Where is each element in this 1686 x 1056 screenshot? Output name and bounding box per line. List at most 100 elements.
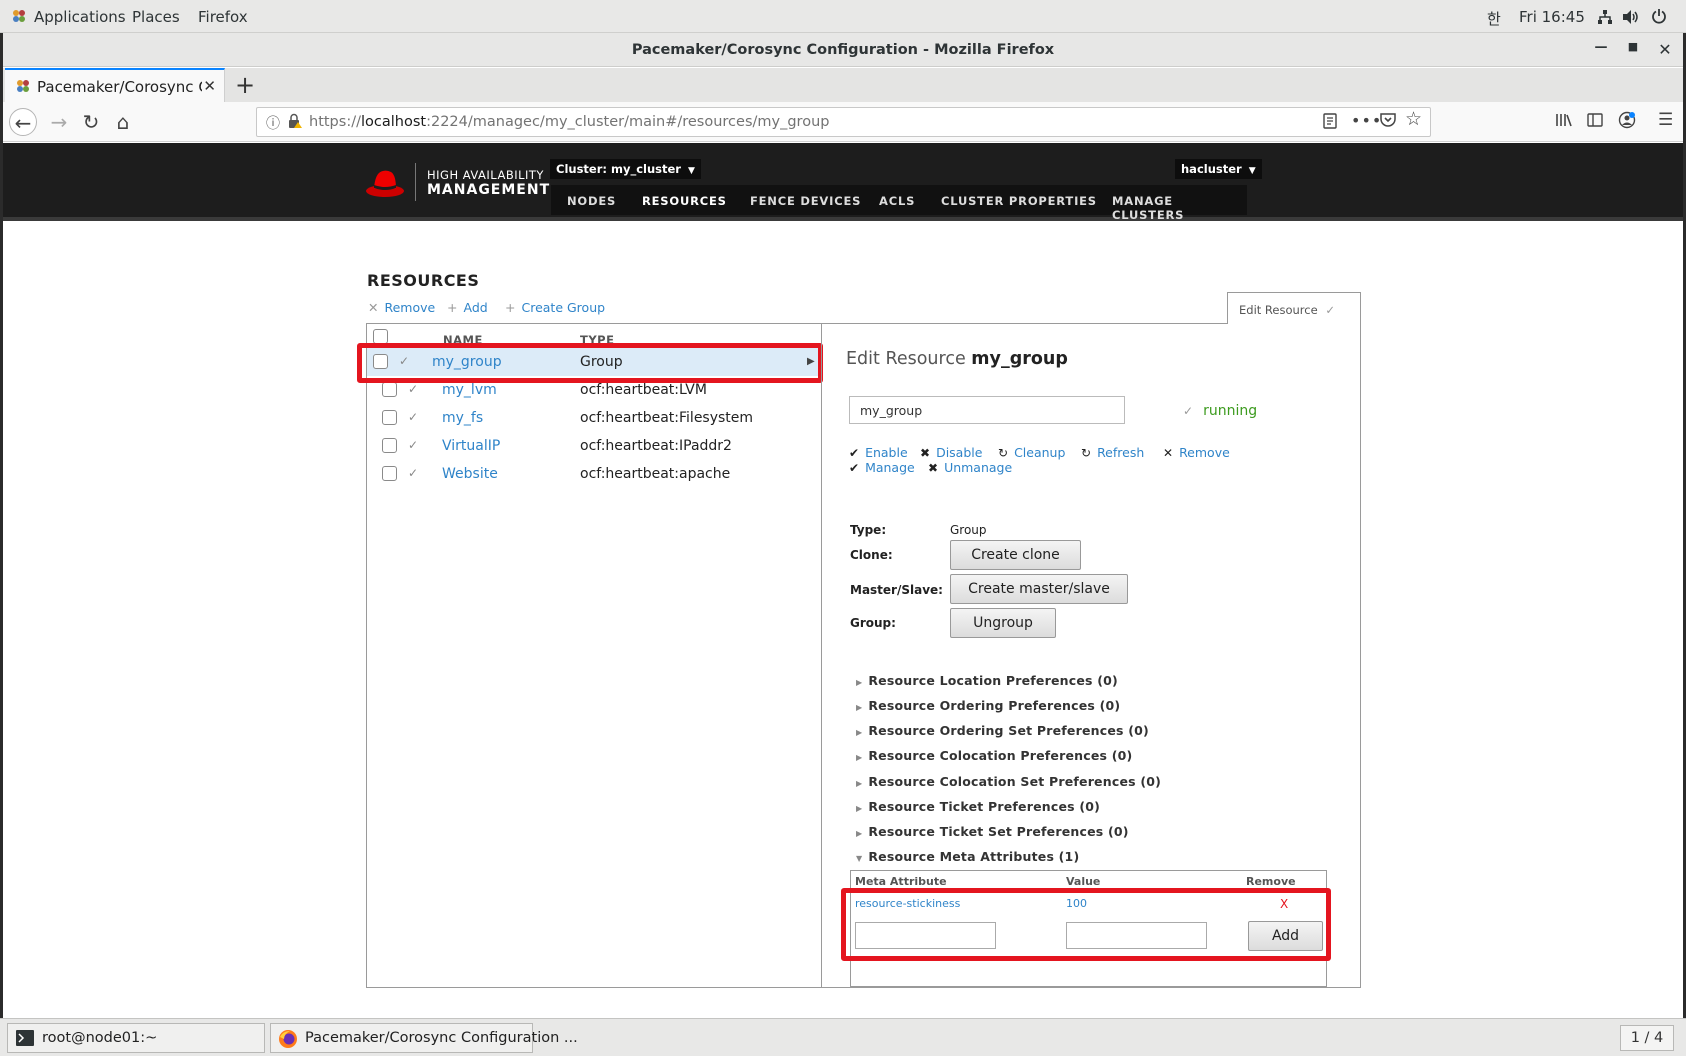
places-menu[interactable]: Places: [132, 8, 180, 26]
resource-name-link[interactable]: my_lvm: [442, 382, 497, 398]
url-bar[interactable]: ⓘ https://localhost:2224/managec/my_clus…: [256, 107, 1431, 137]
resource-row[interactable]: ✓ Website ocf:heartbeat:apache: [367, 460, 820, 488]
unmanage-link[interactable]: ✖ Unmanage: [928, 460, 1012, 475]
account-icon[interactable]: [1618, 111, 1636, 133]
insecure-lock-icon[interactable]: [287, 113, 303, 133]
terminal-icon: [16, 1030, 34, 1050]
taskbar-firefox[interactable]: Pacemaker/Corosync Configuration ...: [270, 1023, 578, 1053]
nav-nodes[interactable]: NODES: [567, 194, 616, 208]
nav-fence-devices[interactable]: FENCE DEVICES: [750, 194, 861, 208]
resource-name-link[interactable]: VirtualIP: [442, 438, 500, 454]
add-resource-link[interactable]: + Add: [447, 300, 488, 315]
row-checkbox[interactable]: [382, 410, 397, 425]
clock[interactable]: Fri 16:45: [1519, 8, 1585, 26]
ungroup-button[interactable]: Ungroup: [950, 608, 1056, 638]
edit-resource-tab[interactable]: Edit Resource ✓: [1227, 292, 1361, 324]
app-header: HIGH AVAILABILITY MANAGEMENT Cluster: my…: [3, 143, 1683, 222]
resource-name-link[interactable]: Website: [442, 466, 498, 482]
meta-attributes-toggle[interactable]: ▼ Resource Meta Attributes (1): [856, 849, 1079, 864]
pref-ordering-set-toggle[interactable]: ▶ Resource Ordering Set Preferences (0): [856, 723, 1149, 738]
window-titlebar[interactable]: Pacemaker/Corosync Configuration - Mozil…: [3, 33, 1683, 67]
pocket-icon[interactable]: [1380, 113, 1396, 132]
workspace-indicator[interactable]: 1 / 4: [1620, 1025, 1674, 1051]
maximize-icon[interactable]: ■: [1623, 40, 1643, 60]
expand-arrow-icon: ▶: [856, 804, 863, 813]
firefox-icon: [278, 1029, 298, 1053]
resource-name-field[interactable]: my_group: [849, 396, 1125, 424]
logo-text-line2: MANAGEMENT: [427, 182, 551, 198]
close-tab-icon[interactable]: ✕: [203, 77, 216, 95]
pref-ticket-toggle[interactable]: ▶ Resource Ticket Preferences (0): [856, 799, 1100, 814]
tab-bar: Pacemaker/Corosync Con ✕ +: [3, 68, 1683, 102]
resource-row[interactable]: ✓ VirtualIP ocf:heartbeat:IPaddr2: [367, 432, 820, 460]
create-clone-button[interactable]: Create clone: [950, 540, 1081, 570]
disable-link[interactable]: ✖ Disable: [920, 445, 982, 460]
hamburger-menu-icon[interactable]: ☰: [1658, 110, 1673, 130]
new-tab-button[interactable]: +: [235, 71, 255, 99]
cluster-dropdown-label: Cluster: my_cluster: [556, 162, 681, 176]
logo-text-line1: HIGH AVAILABILITY: [427, 168, 544, 182]
status-check-icon: ✓: [408, 438, 419, 452]
firefox-menu[interactable]: Firefox: [198, 8, 248, 26]
resources-heading: RESOURCES: [367, 271, 480, 290]
circle-x-icon: ✖: [920, 446, 931, 460]
nav-acls[interactable]: ACLS: [879, 194, 915, 208]
nav-cluster-properties[interactable]: CLUSTER PROPERTIES: [941, 194, 1097, 208]
create-master-slave-button[interactable]: Create master/slave: [950, 574, 1128, 604]
resource-name-link[interactable]: my_fs: [442, 410, 483, 426]
row-checkbox[interactable]: [382, 466, 397, 481]
edit-resource-title: Edit Resource my_group: [846, 349, 1068, 369]
remove-resource-link[interactable]: ✕ Remove: [368, 300, 435, 315]
create-group-link[interactable]: + Create Group: [505, 300, 605, 315]
bookmark-star-icon[interactable]: ☆: [1405, 108, 1422, 130]
resource-row[interactable]: ✓ my_fs ocf:heartbeat:Filesystem: [367, 404, 820, 432]
applications-menu[interactable]: Applications: [34, 8, 126, 26]
navigation-toolbar: ← → ↻ ⌂ ⓘ https://localhost:2224/managec…: [3, 102, 1683, 142]
pref-location-toggle[interactable]: ▶ Resource Location Preferences (0): [856, 673, 1118, 688]
refresh-link[interactable]: ↻ Refresh: [1081, 445, 1144, 460]
page-actions-icon[interactable]: •••: [1351, 111, 1382, 130]
x-icon: ✕: [368, 300, 379, 315]
window-title: Pacemaker/Corosync Configuration - Mozil…: [631, 42, 1055, 58]
status-check-icon: ✓: [408, 466, 419, 480]
pref-ticket-set-toggle[interactable]: ▶ Resource Ticket Set Preferences (0): [856, 824, 1129, 839]
row-checkbox[interactable]: [382, 382, 397, 397]
pcs-favicon-icon: [15, 78, 31, 94]
select-all-checkbox[interactable]: [373, 329, 388, 344]
applications-icon: [12, 9, 26, 27]
pref-ordering-toggle[interactable]: ▶ Resource Ordering Preferences (0): [856, 698, 1120, 713]
reload-icon[interactable]: ↻: [77, 108, 105, 136]
taskbar-terminal[interactable]: root@node01:~: [7, 1023, 265, 1053]
forward-button[interactable]: →: [45, 108, 73, 136]
sidebar-icon[interactable]: [1587, 112, 1603, 132]
check-icon: ✔: [849, 446, 860, 460]
back-button[interactable]: ←: [9, 108, 37, 136]
expand-arrow-icon: ▶: [856, 678, 863, 687]
nav-manage-clusters[interactable]: MANAGE CLUSTERS: [1112, 194, 1247, 222]
enable-link[interactable]: ✔ Enable: [849, 445, 908, 460]
pref-colocation-toggle[interactable]: ▶ Resource Colocation Preferences (0): [856, 748, 1132, 763]
clone-label: Clone:: [850, 548, 893, 562]
remove-link[interactable]: ✕ Remove: [1163, 445, 1230, 460]
manage-link[interactable]: ✔ Manage: [849, 460, 915, 475]
power-icon[interactable]: [1651, 8, 1667, 28]
user-dropdown[interactable]: hacluster ▼: [1175, 159, 1262, 179]
nav-resources[interactable]: RESOURCES: [642, 194, 727, 208]
library-icon[interactable]: [1555, 112, 1573, 132]
input-method-indicator[interactable]: 한: [1487, 8, 1501, 29]
browser-tab[interactable]: Pacemaker/Corosync Con ✕: [5, 68, 225, 102]
redhat-logo-icon: [365, 167, 405, 199]
pref-colocation-set-toggle[interactable]: ▶ Resource Colocation Set Preferences (0): [856, 774, 1161, 789]
expand-arrow-icon: ▶: [856, 753, 863, 762]
cleanup-link[interactable]: ↻ Cleanup: [998, 445, 1065, 460]
row-checkbox[interactable]: [382, 438, 397, 453]
minimize-icon[interactable]: —: [1591, 40, 1611, 60]
cluster-dropdown[interactable]: Cluster: my_cluster ▼: [550, 159, 701, 179]
reader-view-icon[interactable]: [1323, 113, 1337, 133]
group-label: Group:: [850, 616, 896, 630]
network-icon[interactable]: [1597, 9, 1613, 29]
volume-icon[interactable]: [1622, 9, 1640, 29]
close-window-icon[interactable]: ✕: [1655, 40, 1675, 60]
home-icon[interactable]: ⌂: [109, 108, 137, 136]
info-icon[interactable]: ⓘ: [266, 113, 280, 133]
